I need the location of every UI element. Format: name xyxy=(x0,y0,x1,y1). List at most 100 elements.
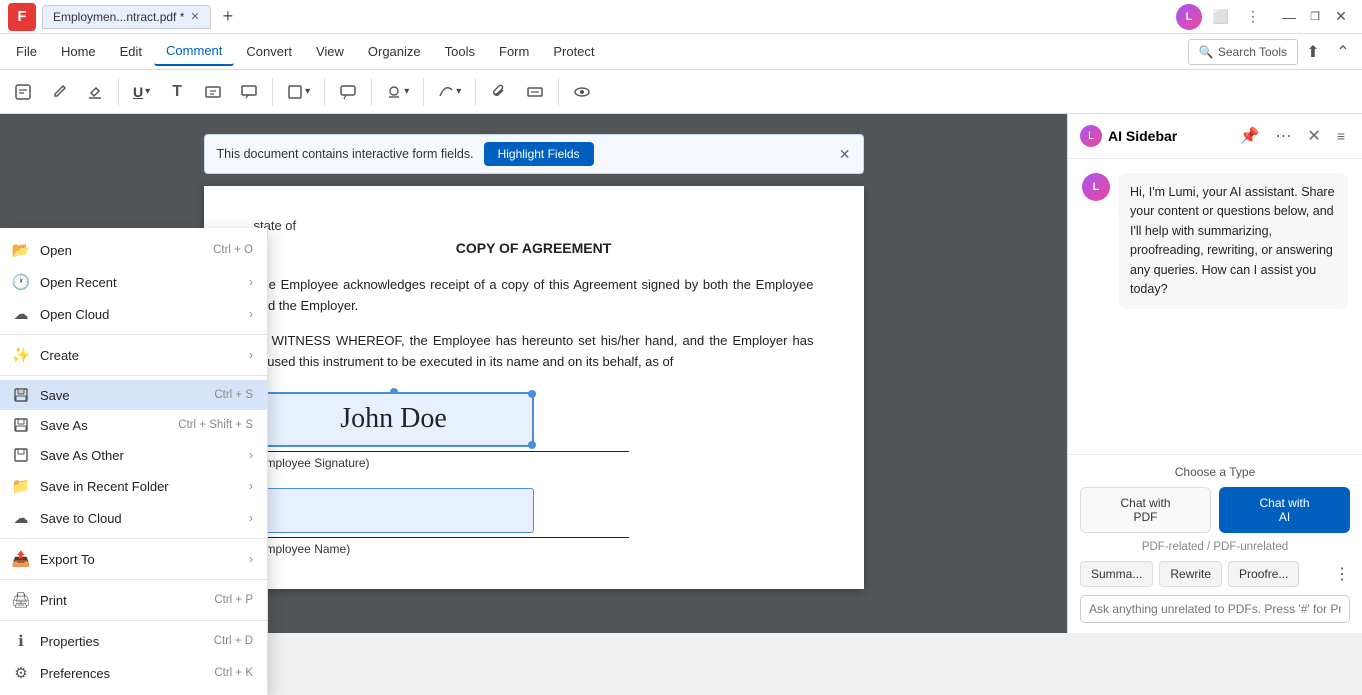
proofread-button[interactable]: Proofre... xyxy=(1228,561,1299,587)
name-box[interactable] xyxy=(254,488,534,533)
active-tab[interactable]: Employmen...ntract.pdf * ✕ xyxy=(42,5,211,29)
shape-dropdown-icon[interactable]: ▾ xyxy=(305,86,310,97)
signature-box[interactable]: John Doe xyxy=(254,392,534,447)
new-tab-button[interactable]: + xyxy=(217,6,240,27)
eraser-tool[interactable] xyxy=(78,75,112,109)
lumi-message: L Hi, I'm Lumi, your AI assistant. Share… xyxy=(1082,173,1348,309)
minimize-button[interactable]: — xyxy=(1276,4,1302,30)
titlebar: F Employmen...ntract.pdf * ✕ + L ⬜ ⋮ — ❐… xyxy=(0,0,1362,34)
fm-open-cloud[interactable]: ☁ Open Cloud › xyxy=(0,298,267,330)
pdf-signature-area: John Doe (Employee Signature) (Employee … xyxy=(254,392,814,558)
fm-open[interactable]: 📂 Open Ctrl + O xyxy=(0,234,267,266)
sig-handle-tr[interactable] xyxy=(528,390,536,398)
menu-form[interactable]: Form xyxy=(487,38,541,65)
pen-tool[interactable]: ▾ xyxy=(430,75,469,109)
toolbar: U ▾ T ▾ ▾ ▾ xyxy=(0,70,1362,114)
text-tool[interactable]: T xyxy=(160,75,194,109)
restore-down-button[interactable]: ⬜ xyxy=(1208,4,1234,30)
ai-sidebar-settings-button[interactable]: ≡ xyxy=(1332,126,1350,146)
restore-button[interactable]: ❐ xyxy=(1302,4,1328,30)
shape-tool[interactable]: ▾ xyxy=(279,75,318,109)
highlight-fields-button[interactable]: Highlight Fields xyxy=(484,142,594,166)
ai-sidebar-title: AI Sidebar xyxy=(1108,128,1229,144)
select-page-tool[interactable] xyxy=(6,75,40,109)
text-field-tool[interactable] xyxy=(518,75,552,109)
pen-dropdown-icon[interactable]: ▾ xyxy=(456,86,461,97)
menu-tools[interactable]: Tools xyxy=(433,38,487,65)
ai-sidebar-header: L AI Sidebar 📌 ⋯ ✕ ≡ xyxy=(1068,114,1362,159)
close-tab-icon[interactable]: ✕ xyxy=(190,10,199,23)
ai-sidebar-close-button[interactable]: ✕ xyxy=(1302,124,1325,148)
stamp-tool[interactable]: ▾ xyxy=(378,75,417,109)
fm-divider-4 xyxy=(0,579,267,580)
fm-save[interactable]: Save Ctrl + S xyxy=(0,380,267,410)
rewrite-button[interactable]: Rewrite xyxy=(1159,561,1222,587)
save-cloud-arrow: › xyxy=(249,511,253,525)
underline-tool[interactable]: U ▾ xyxy=(125,75,158,109)
close-button[interactable]: ✕ xyxy=(1328,4,1354,30)
fm-preferences[interactable]: ⚙ Preferences Ctrl + K xyxy=(0,657,267,689)
save-as-icon xyxy=(10,417,32,433)
ai-actions-more-icon[interactable]: ⋮ xyxy=(1334,564,1350,584)
ai-sidebar-pin-button[interactable]: 📌 xyxy=(1235,124,1265,148)
fm-save-recent[interactable]: 📁 Save in Recent Folder › xyxy=(0,470,267,502)
chat-pdf-button[interactable]: Chat with PDF xyxy=(1080,487,1211,533)
pdf-page: state of COPY OF AGREEMENT The Employee … xyxy=(204,186,864,589)
fm-export[interactable]: 📤 Export To › xyxy=(0,543,267,575)
save-as-other-icon xyxy=(10,447,32,463)
menu-file[interactable]: File xyxy=(4,38,49,65)
menu-view[interactable]: View xyxy=(304,38,356,65)
ai-input[interactable] xyxy=(1089,602,1341,616)
fm-divider-1 xyxy=(0,334,267,335)
open-cloud-icon: ☁ xyxy=(10,305,32,323)
ai-sidebar-more-button[interactable]: ⋯ xyxy=(1270,124,1296,148)
chat-ai-button[interactable]: Chat with AI xyxy=(1219,487,1350,533)
sig-handle-br[interactable] xyxy=(528,441,536,449)
stamp-dropdown-icon[interactable]: ▾ xyxy=(404,86,409,97)
menu-home[interactable]: Home xyxy=(49,38,108,65)
menu-comment[interactable]: Comment xyxy=(154,37,234,66)
summarize-button[interactable]: Summa... xyxy=(1080,561,1153,587)
textbox-tool[interactable] xyxy=(196,75,230,109)
eye-tool[interactable] xyxy=(565,75,599,109)
ai-action-buttons: Summa... Rewrite Proofre... ⋮ xyxy=(1080,561,1350,587)
search-icon: 🔍 xyxy=(1199,45,1214,59)
menu-organize[interactable]: Organize xyxy=(356,38,433,65)
content-area: This document contains interactive form … xyxy=(0,114,1362,633)
fm-open-recent[interactable]: 🕐 Open Recent › xyxy=(0,266,267,298)
cloud-upload-button[interactable]: ⬆ xyxy=(1298,37,1328,67)
options-button[interactable]: ⋮ xyxy=(1240,4,1266,30)
fm-create[interactable]: ✨ Create › xyxy=(0,339,267,371)
open-cloud-arrow: › xyxy=(249,307,253,321)
app-icon: F xyxy=(8,3,36,31)
signature-container: John Doe xyxy=(254,392,534,447)
fm-properties[interactable]: ℹ Properties Ctrl + D xyxy=(0,625,267,657)
fm-divider-3 xyxy=(0,538,267,539)
choose-type-label: Choose a Type xyxy=(1080,465,1350,479)
name-label: (Employee Name) xyxy=(254,540,814,559)
open-recent-arrow: › xyxy=(249,275,253,289)
save-cloud-icon: ☁ xyxy=(10,509,32,527)
notification-close-icon[interactable]: ✕ xyxy=(839,146,851,163)
annotate-tool[interactable] xyxy=(42,75,76,109)
fm-print[interactable]: 🖨 Print Ctrl + P xyxy=(0,584,267,616)
attach-tool[interactable] xyxy=(482,75,516,109)
save-icon xyxy=(10,387,32,403)
menu-protect[interactable]: Protect xyxy=(541,38,606,65)
callout-tool[interactable] xyxy=(232,75,266,109)
fm-save-as[interactable]: Save As Ctrl + Shift + S xyxy=(0,410,267,440)
pdf-state-text: state of xyxy=(254,216,814,237)
comment-tool[interactable] xyxy=(331,75,365,109)
create-arrow: › xyxy=(249,348,253,362)
profile-avatar[interactable]: L xyxy=(1176,4,1202,30)
menu-convert[interactable]: Convert xyxy=(234,38,304,65)
underline-dropdown-icon[interactable]: ▾ xyxy=(145,86,150,97)
chat-type-buttons: Chat with PDF Chat with AI xyxy=(1080,487,1350,533)
fm-save-as-other[interactable]: Save As Other › xyxy=(0,440,267,470)
export-icon: 📤 xyxy=(10,550,32,568)
search-tools-button[interactable]: 🔍 Search Tools xyxy=(1188,39,1298,65)
collapse-button[interactable]: ⌃ xyxy=(1328,37,1358,67)
create-icon: ✨ xyxy=(10,346,32,364)
fm-save-cloud[interactable]: ☁ Save to Cloud › xyxy=(0,502,267,534)
menu-edit[interactable]: Edit xyxy=(108,38,154,65)
